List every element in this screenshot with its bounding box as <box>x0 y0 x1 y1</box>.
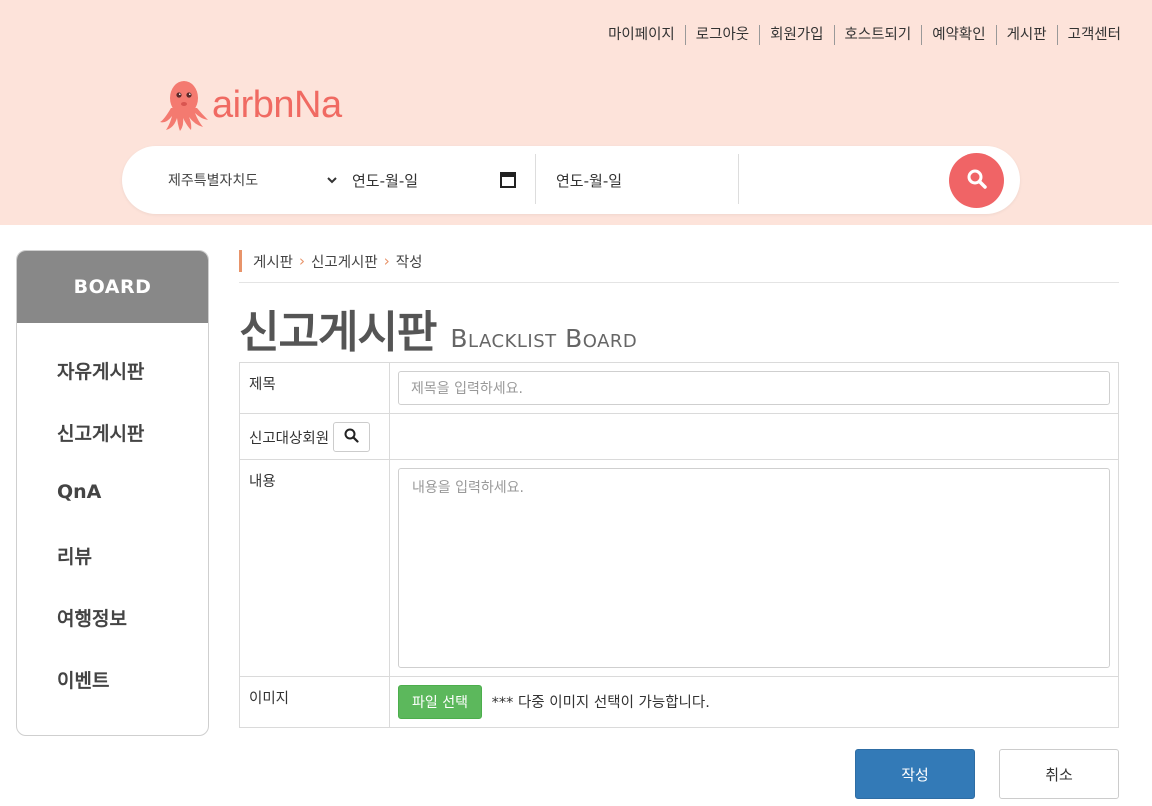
header: 마이페이지 로그아웃 회원가입 호스트되기 예약확인 게시판 고객센터 airb… <box>0 0 1152 225</box>
logo-text: airbnNa <box>212 83 342 126</box>
search-bar: 제주특별자치도 연도-월-일 연도-월-일 <box>122 146 1020 214</box>
breadcrumb-write: 작성 <box>395 254 423 271</box>
write-form: 제목 제목을 입력하세요. 신고대상회원 내용 내용을 입력하세요. 이미지 파… <box>239 362 1119 728</box>
sidebar-item-free-board[interactable]: 자유게시판 <box>57 357 144 384</box>
sidebar-heading: BOARD <box>17 251 208 323</box>
nav-board[interactable]: 게시판 <box>995 25 1057 45</box>
member-search-button[interactable] <box>333 422 371 452</box>
title-input[interactable]: 제목을 입력하세요. <box>398 371 1110 405</box>
nav-customer-center[interactable]: 고객센터 <box>1056 25 1121 45</box>
submit-button[interactable]: 작성 <box>855 749 975 799</box>
breadcrumb-board[interactable]: 게시판 <box>253 251 293 272</box>
divider <box>535 154 536 204</box>
file-note: *** 다중 이미지 선택이 가능합니다. <box>491 695 710 711</box>
breadcrumb: 게시판 › 신고게시판 › 작성 <box>239 250 422 272</box>
chevron-right-icon: › <box>383 252 390 270</box>
member-value <box>389 413 1119 460</box>
title-label: 제목 <box>239 362 390 414</box>
chevron-down-icon <box>326 173 338 189</box>
content-label: 내용 <box>239 459 390 677</box>
checkout-date-input[interactable]: 연도-월-일 <box>556 146 716 214</box>
nav-signup[interactable]: 회원가입 <box>759 25 833 45</box>
image-label: 이미지 <box>239 676 390 728</box>
form-row-member: 신고대상회원 <box>239 413 1119 460</box>
divider <box>239 282 1119 283</box>
sidebar-item-event[interactable]: 이벤트 <box>57 666 109 693</box>
form-row-title: 제목 제목을 입력하세요. <box>239 362 1119 414</box>
nav-reservations[interactable]: 예약확인 <box>921 25 995 45</box>
breadcrumb-report-board[interactable]: 신고게시판 <box>311 251 378 272</box>
nav-become-host[interactable]: 호스트되기 <box>833 25 922 45</box>
calendar-icon[interactable] <box>500 171 516 192</box>
top-nav: 마이페이지 로그아웃 회원가입 호스트되기 예약확인 게시판 고객센터 <box>608 25 1121 45</box>
chevron-right-icon: › <box>299 252 306 270</box>
search-icon <box>344 428 359 447</box>
region-value: 제주특별자치도 <box>168 173 259 189</box>
search-button[interactable] <box>949 153 1004 208</box>
content-textarea[interactable]: 내용을 입력하세요. <box>398 468 1110 668</box>
sidebar-item-travel-info[interactable]: 여행정보 <box>57 604 127 631</box>
sidebar-item-qna[interactable]: QnA <box>57 481 101 503</box>
octopus-icon <box>158 78 210 132</box>
page-title-korean: 신고게시판 <box>239 307 437 358</box>
nav-mypage[interactable]: 마이페이지 <box>608 25 685 45</box>
divider <box>738 154 739 204</box>
nav-logout[interactable]: 로그아웃 <box>684 25 759 45</box>
checkin-value: 연도-월-일 <box>352 171 419 190</box>
cancel-button[interactable]: 취소 <box>999 749 1119 799</box>
search-icon <box>966 168 988 194</box>
region-select[interactable]: 제주특별자치도 <box>168 146 338 214</box>
member-label: 신고대상회원 <box>249 430 330 447</box>
sidebar-item-review[interactable]: 리뷰 <box>57 542 92 569</box>
board-sidebar: BOARD 자유게시판 신고게시판 QnA 리뷰 여행정보 이벤트 <box>16 250 209 736</box>
checkin-date-input[interactable]: 연도-월-일 <box>352 146 516 214</box>
file-select-button[interactable]: 파일 선택 <box>398 685 482 719</box>
logo[interactable]: airbnNa <box>158 78 342 132</box>
sidebar-item-report-board[interactable]: 신고게시판 <box>57 419 144 446</box>
checkout-value: 연도-월-일 <box>556 171 623 190</box>
form-row-content: 내용 내용을 입력하세요. <box>239 459 1119 677</box>
page-title-english: Blacklist Board <box>450 324 638 353</box>
page-title: 신고게시판 Blacklist Board <box>239 296 637 360</box>
form-row-image: 이미지 파일 선택 *** 다중 이미지 선택이 가능합니다. <box>239 676 1119 728</box>
